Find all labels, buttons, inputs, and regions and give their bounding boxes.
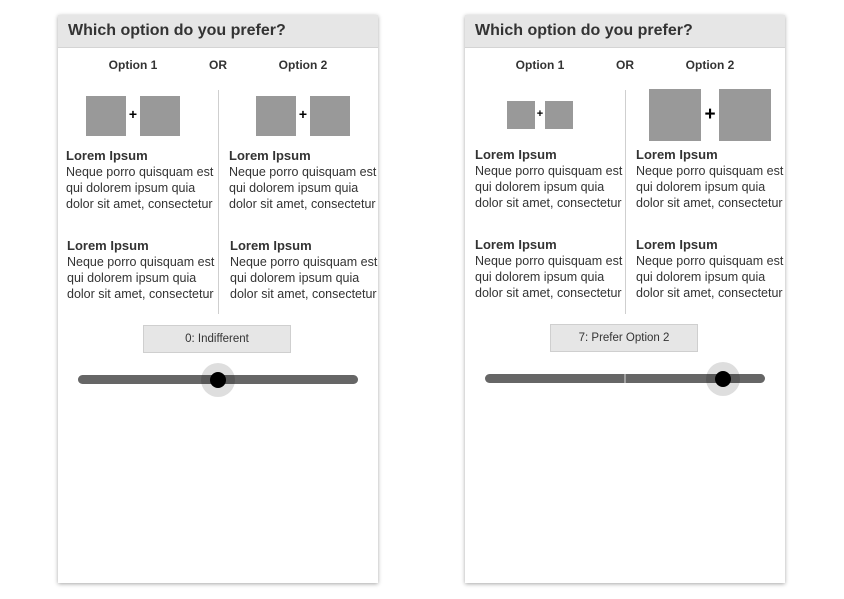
option-1-item: Lorem Ipsum Neque porro quisquam est qui…: [475, 237, 627, 301]
preference-value-label: 0: Indifferent: [143, 325, 291, 353]
card-title: Which option do you prefer?: [58, 15, 378, 48]
or-label: OR: [209, 58, 227, 72]
option-1-item: Lorem Ipsum Neque porro quisquam est qui…: [66, 148, 218, 212]
item-title: Lorem Ipsum: [475, 237, 557, 252]
option-2-label: Option 2: [278, 58, 328, 72]
option-2-image-a: [649, 89, 701, 141]
preference-card-left: Which option do you prefer? Option 1 OR …: [58, 15, 378, 583]
plus-icon: +: [128, 106, 138, 122]
option-1-label: Option 1: [515, 58, 565, 72]
preference-slider-thumb[interactable]: [715, 370, 731, 387]
item-body: Neque porro quisquam est qui dolorem ips…: [636, 254, 784, 300]
slider-center-tick: [624, 374, 626, 383]
item-body: Neque porro quisquam est qui dolorem ips…: [67, 255, 215, 301]
option-1-image-a: [507, 101, 535, 129]
option-2-image-a: [256, 96, 296, 136]
card-title: Which option do you prefer?: [465, 15, 785, 48]
item-body: Neque porro quisquam est qui dolorem ips…: [636, 164, 784, 210]
option-1-image-b: [140, 96, 180, 136]
plus-icon: +: [704, 104, 716, 125]
option-1-item: Lorem Ipsum Neque porro quisquam est qui…: [67, 238, 219, 302]
item-title: Lorem Ipsum: [66, 148, 148, 163]
plus-icon: +: [298, 106, 308, 122]
item-title: Lorem Ipsum: [229, 148, 311, 163]
item-title: Lorem Ipsum: [230, 238, 312, 253]
option-1-image-b: [545, 101, 573, 129]
option-2-item: Lorem Ipsum Neque porro quisquam est qui…: [636, 237, 788, 301]
item-body: Neque porro quisquam est qui dolorem ips…: [66, 165, 214, 211]
item-body: Neque porro quisquam est qui dolorem ips…: [229, 165, 377, 211]
plus-icon: +: [536, 108, 544, 120]
item-title: Lorem Ipsum: [636, 237, 718, 252]
option-1-label: Option 1: [108, 58, 158, 72]
item-body: Neque porro quisquam est qui dolorem ips…: [475, 164, 623, 210]
option-1-image-a: [86, 96, 126, 136]
option-2-item: Lorem Ipsum Neque porro quisquam est qui…: [636, 147, 788, 211]
option-2-item: Lorem Ipsum Neque porro quisquam est qui…: [230, 238, 382, 302]
or-label: OR: [616, 58, 634, 72]
option-1-item: Lorem Ipsum Neque porro quisquam est qui…: [475, 147, 627, 211]
preference-slider-thumb[interactable]: [210, 371, 226, 388]
item-body: Neque porro quisquam est qui dolorem ips…: [475, 254, 623, 300]
option-2-image-b: [719, 89, 771, 141]
preference-value-label: 7: Prefer Option 2: [550, 324, 698, 352]
item-title: Lorem Ipsum: [636, 147, 718, 162]
item-title: Lorem Ipsum: [475, 147, 557, 162]
item-body: Neque porro quisquam est qui dolorem ips…: [230, 255, 378, 301]
option-2-label: Option 2: [685, 58, 735, 72]
option-2-image-b: [310, 96, 350, 136]
preference-card-right: Which option do you prefer? Option 1 OR …: [465, 15, 785, 583]
option-2-item: Lorem Ipsum Neque porro quisquam est qui…: [229, 148, 381, 212]
item-title: Lorem Ipsum: [67, 238, 149, 253]
